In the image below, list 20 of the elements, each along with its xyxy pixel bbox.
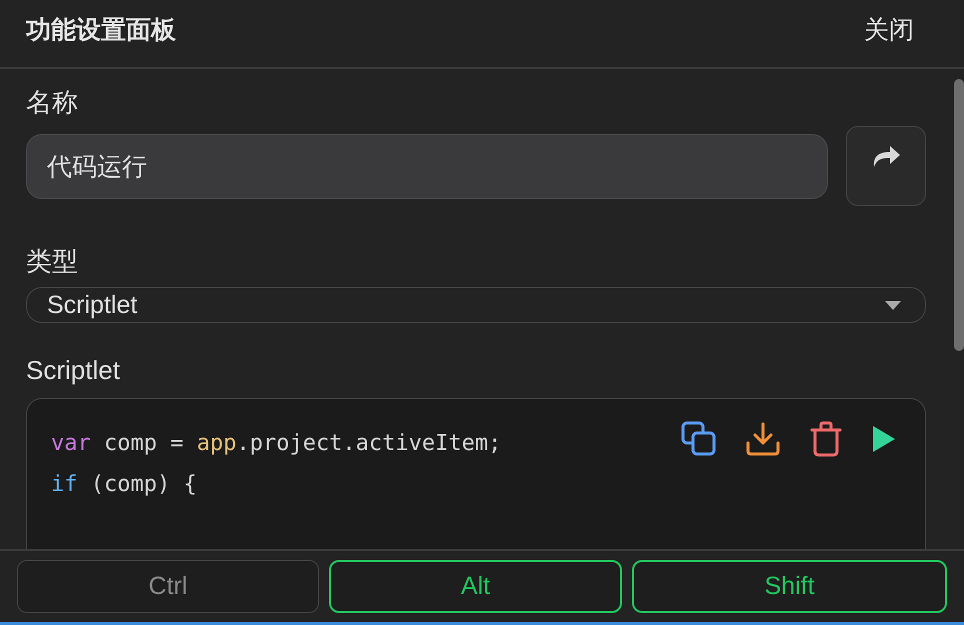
name-input-field[interactable]: 代码运行 [26,134,828,199]
copy-icon[interactable] [681,421,717,458]
field-label: 名称 [26,86,78,119]
scrollbar-thumb[interactable] [954,79,964,351]
modifier-key-button[interactable]: Ctrl [17,560,319,613]
field-label: Scriptlet [26,355,120,386]
download-icon[interactable] [745,421,781,458]
modifier-key-button[interactable]: Alt [329,560,622,613]
type-dropdown[interactable]: Scriptlet [26,287,926,324]
trash-icon[interactable] [809,421,843,458]
modifier-key-button[interactable]: Shift [632,560,947,613]
code-line: var comp = app.project.activeItem; [51,430,502,458]
share-button[interactable] [846,126,926,206]
code-editor[interactable]: var comp = app.project.activeItem; if (comp) { [26,398,926,549]
play-icon[interactable] [871,424,897,454]
code-line: if (comp) { [51,471,197,500]
field-label: 类型 [26,245,78,278]
panel-title: 功能设置面板 [26,15,176,46]
close-button[interactable]: 关闭 [864,13,914,46]
caret-icon [885,300,901,310]
